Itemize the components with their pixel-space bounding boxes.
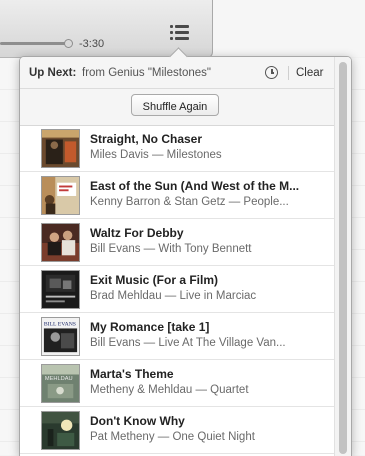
clock-hand	[271, 72, 274, 74]
shuffle-area: Shuffle Again	[20, 89, 351, 126]
album-art-quartet: MEHLDAU	[41, 364, 80, 403]
clear-button[interactable]: Clear	[296, 67, 323, 79]
track-title: Marta's Theme	[90, 367, 174, 381]
track-subtitle: Pat Metheny — One Quiet Night	[90, 431, 255, 443]
list-line-icon	[175, 37, 189, 40]
track-subtitle: Metheny & Mehldau — Quartet	[90, 384, 249, 396]
queue-item[interactable]: BILL EVANS My Romance [take 1] Bill Evan…	[20, 313, 334, 360]
track-subtitle: Miles Davis — Milestones	[90, 149, 222, 161]
track-subtitle: Kenny Barron & Stan Getz — People...	[90, 196, 289, 208]
track-subtitle: Bill Evans — Live At The Village Van...	[90, 337, 286, 349]
track-subtitle: Bill Evans — With Tony Bennett	[90, 243, 252, 255]
up-next-list-icon[interactable]	[169, 20, 193, 44]
progress-bar[interactable]	[0, 42, 69, 45]
shuffle-again-button[interactable]: Shuffle Again	[131, 94, 219, 116]
scrollbar-thumb[interactable]	[339, 62, 347, 454]
up-next-queue: Straight, No Chaser Miles Davis — Milest…	[20, 125, 334, 454]
track-title: My Romance [take 1]	[90, 320, 210, 334]
album-art-tony-bennett	[41, 223, 80, 262]
queue-item[interactable]: Straight, No Chaser Miles Davis — Milest…	[20, 125, 334, 172]
list-line-icon	[175, 31, 189, 34]
history-clock-icon[interactable]	[265, 66, 278, 79]
queue-item[interactable]: MEHLDAU Marta's Theme Metheny & Mehldau …	[20, 360, 334, 407]
track-subtitle: Brad Mehldau — Live in Marciac	[90, 290, 257, 302]
queue-scrollbar[interactable]	[334, 57, 351, 456]
list-bullet-icon	[170, 25, 173, 28]
album-art-one-quiet-night	[41, 411, 80, 450]
album-art-village-vanguard: BILL EVANS	[41, 317, 80, 356]
album-art-people-time	[41, 176, 80, 215]
queue-item[interactable]: Waltz For Debby Bill Evans — With Tony B…	[20, 219, 334, 266]
album-art-text: MEHLDAU	[45, 376, 73, 382]
header-divider	[288, 66, 289, 80]
track-title: Waltz For Debby	[90, 226, 184, 240]
list-line-icon	[175, 25, 189, 28]
time-remaining: -3:30	[79, 38, 105, 50]
list-bullet-icon	[170, 31, 173, 34]
up-next-header: Up Next: from Genius "Milestones" Clear	[20, 57, 351, 89]
album-art-text: BILL EVANS	[44, 322, 76, 328]
track-title: Straight, No Chaser	[90, 132, 203, 146]
album-art-milestones	[41, 129, 80, 168]
queue-item[interactable]: Don't Know Why Pat Metheny — One Quiet N…	[20, 407, 334, 454]
album-art-live-in-marciac	[41, 270, 80, 309]
track-title: Exit Music (For a Film)	[90, 273, 219, 287]
track-title: East of the Sun (And West of the M...	[90, 179, 300, 193]
list-bullet-icon	[170, 37, 173, 40]
queue-item[interactable]: Exit Music (For a Film) Brad Mehldau — L…	[20, 266, 334, 313]
up-next-source: from Genius "Milestones"	[82, 67, 211, 79]
queue-item[interactable]: East of the Sun (And West of the M... Ke…	[20, 172, 334, 219]
up-next-label: Up Next:	[29, 67, 77, 79]
progress-knob[interactable]	[64, 39, 73, 48]
toolbar-right-area	[213, 0, 365, 57]
up-next-popover: Up Next: from Genius "Milestones" Clear …	[19, 56, 352, 456]
track-title: Don't Know Why	[90, 414, 185, 428]
